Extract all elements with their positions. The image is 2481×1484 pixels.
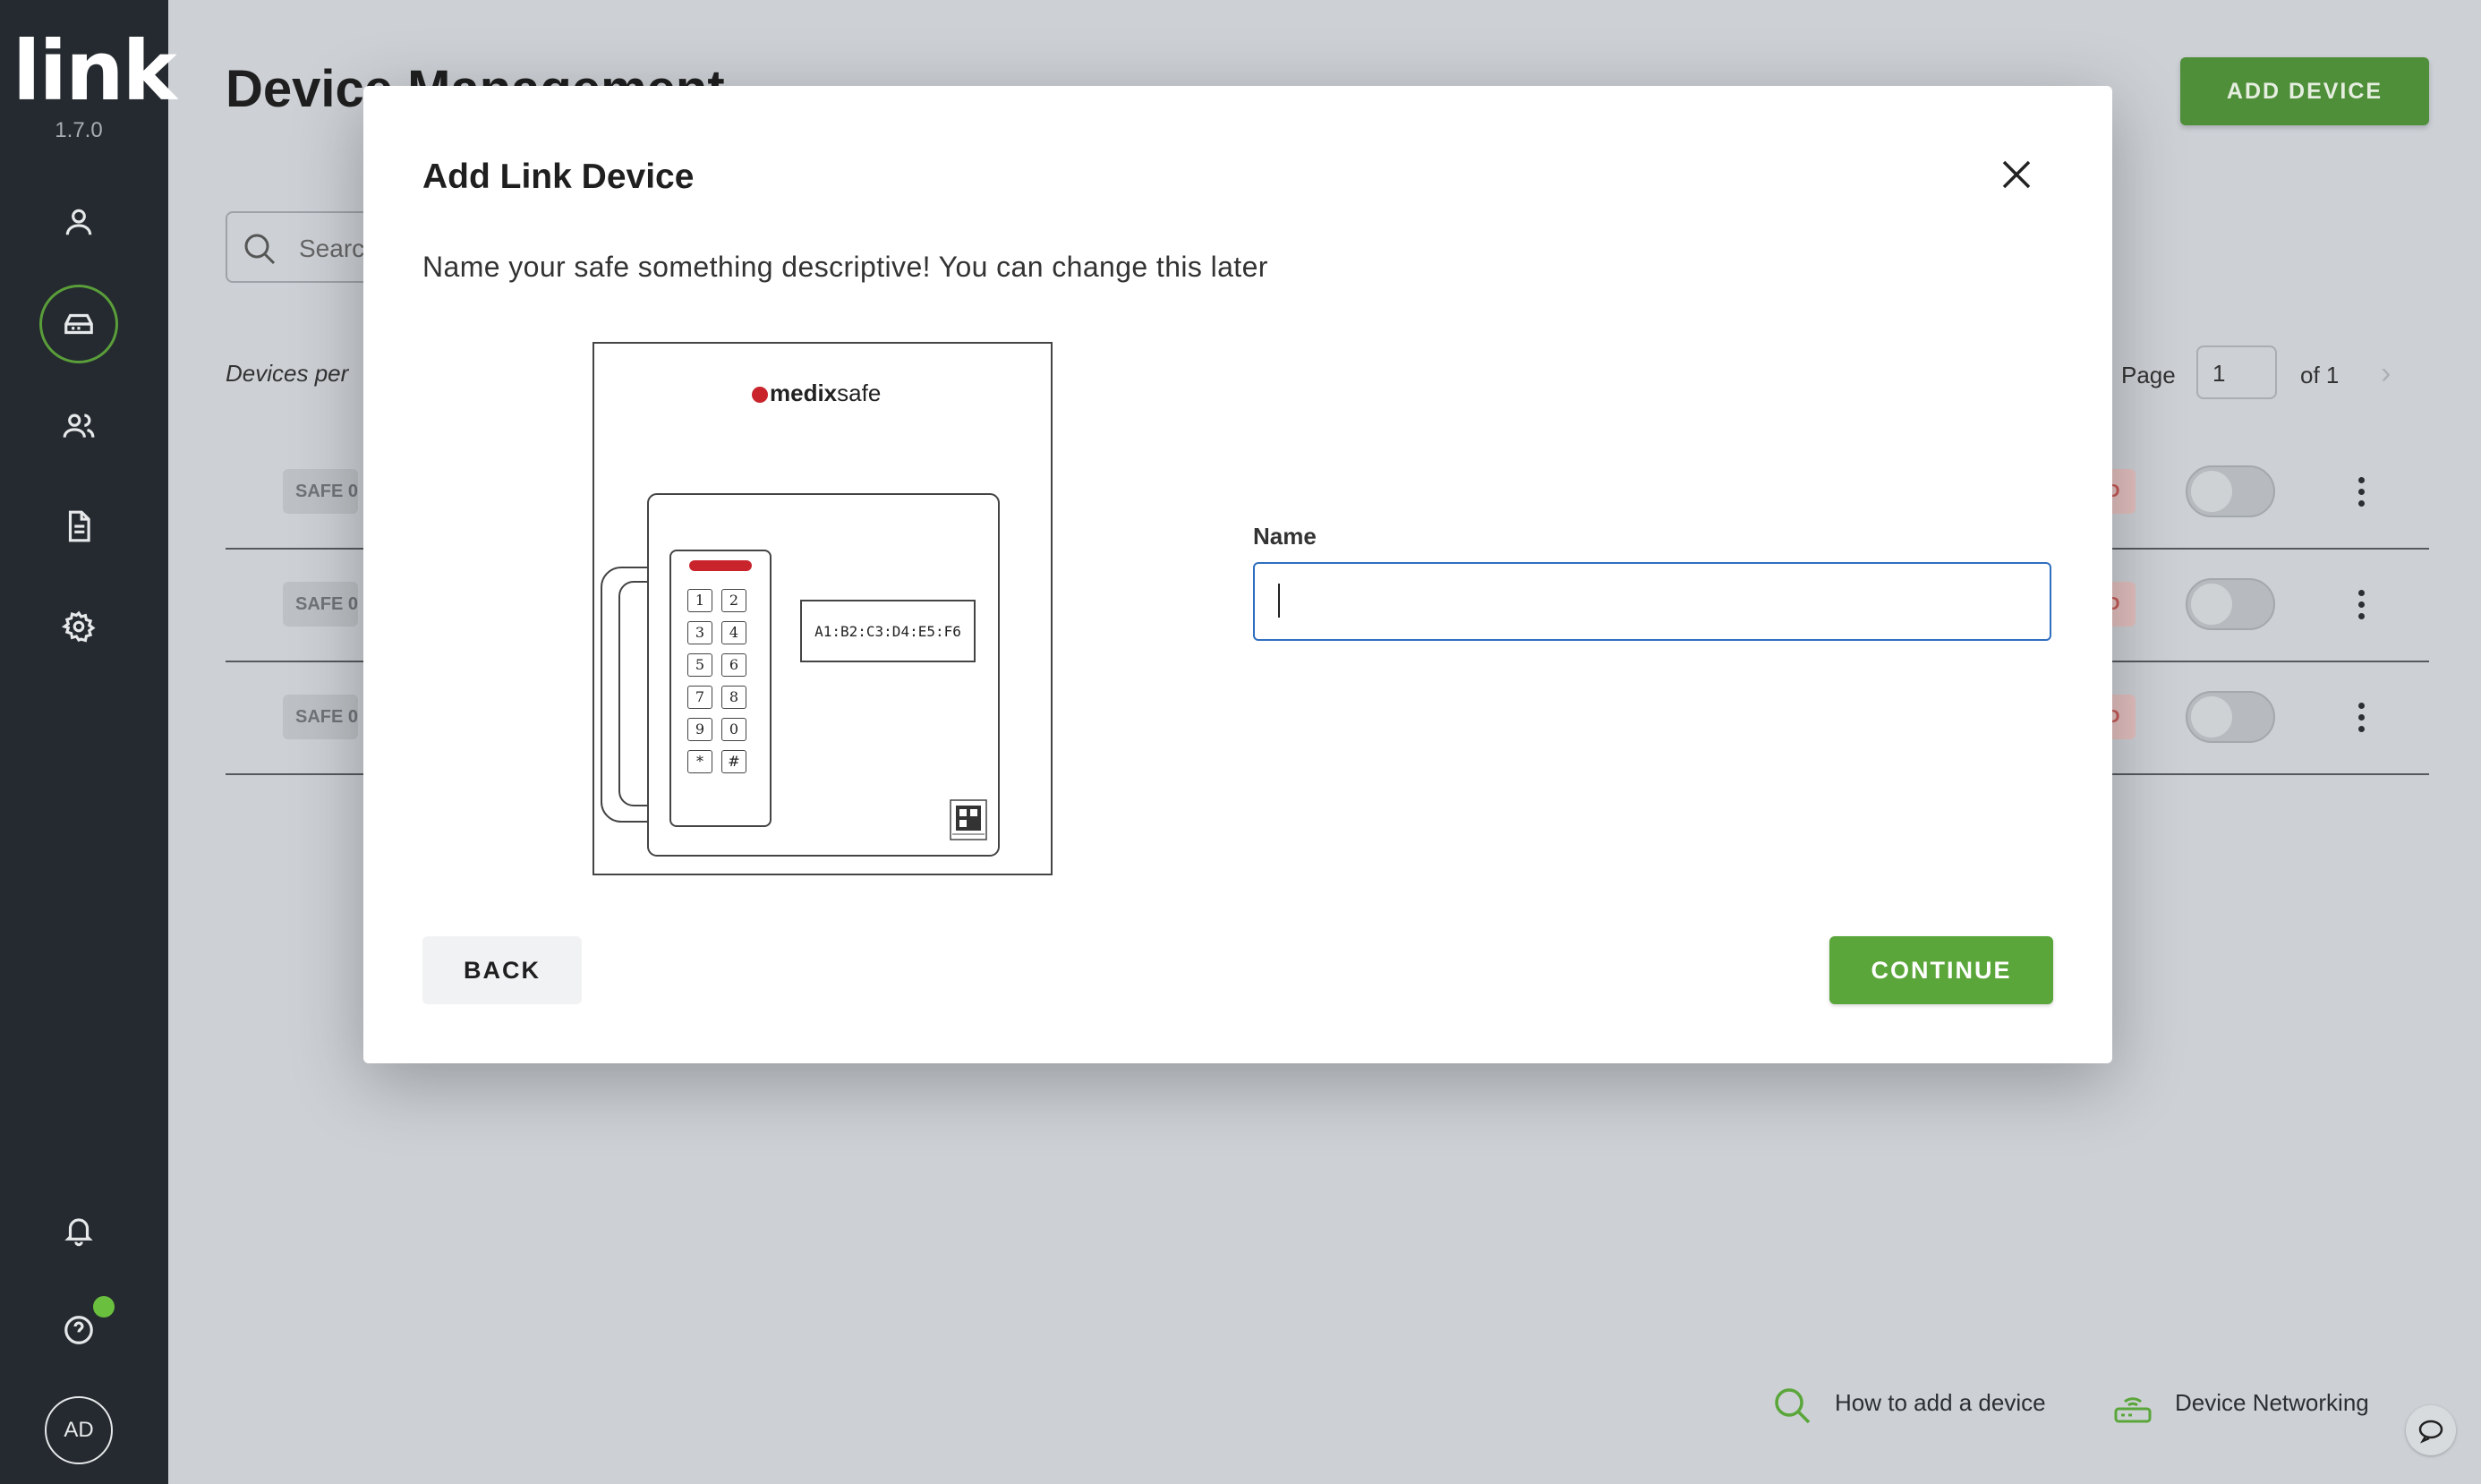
sidebar-item-users[interactable] [39, 387, 118, 465]
dialog-title: Add Link Device [422, 158, 695, 196]
device-name-badge: SAFE 0 [283, 695, 358, 739]
sidebar: link 1.7.0 AD [0, 0, 177, 1484]
help-notification-dot [93, 1296, 115, 1318]
name-input[interactable] [1253, 562, 2051, 641]
next-page-chevron-icon[interactable]: › [2381, 356, 2391, 391]
row-menu-icon[interactable] [2343, 465, 2379, 517]
close-button[interactable] [1996, 154, 2037, 195]
devices-per-page-label: Devices per [226, 360, 349, 387]
search-icon [244, 234, 276, 265]
bell-icon [64, 1218, 93, 1247]
continue-button[interactable]: CONTINUE [1829, 936, 2053, 1004]
device-name-badge: SAFE 0 [283, 582, 358, 627]
add-device-button[interactable]: ADD DEVICE [2180, 57, 2429, 125]
search-icon [1775, 1388, 1811, 1424]
app-logo: link [13, 23, 177, 119]
device-networking-link[interactable]: Device Networking [2175, 1389, 2369, 1417]
help-icon [64, 1316, 93, 1344]
device-toggle[interactable] [2186, 691, 2275, 743]
device-toggle[interactable] [2186, 465, 2275, 517]
safe-illustration: medixsafe 1 2 3 4 5 6 7 8 9 0 * # A1:B2:… [593, 342, 1053, 875]
user-icon [65, 209, 92, 235]
gear-icon [62, 610, 96, 643]
document-icon [68, 510, 90, 542]
how-to-add-device-link[interactable]: How to add a device [1835, 1389, 2046, 1417]
chat-icon [2418, 1420, 2443, 1444]
close-icon [2002, 160, 2031, 189]
add-device-dialog: Add Link Device Name your safe something… [363, 86, 2112, 1063]
notifications-button[interactable] [39, 1190, 118, 1269]
mac-address-label: A1:B2:C3:D4:E5:F6 [800, 600, 976, 662]
back-button[interactable]: BACK [422, 936, 582, 1004]
text-cursor [1278, 584, 1280, 618]
page-label: Page [2121, 362, 2176, 388]
page-number-input[interactable]: 1 [2196, 345, 2277, 399]
row-menu-icon[interactable] [2343, 578, 2379, 630]
sidebar-item-devices[interactable] [39, 285, 118, 363]
router-icon [2114, 1397, 2152, 1423]
safe-keypad: 1 2 3 4 5 6 7 8 9 0 * # [669, 550, 772, 827]
dialog-subtitle: Name your safe something descriptive! Yo… [422, 251, 1268, 283]
users-icon [63, 414, 95, 438]
app-version: 1.7.0 [55, 118, 103, 142]
devices-icon [64, 313, 93, 335]
avatar[interactable]: AD [45, 1396, 113, 1464]
chat-button[interactable] [2406, 1405, 2456, 1455]
device-name-badge: SAFE 0 [283, 469, 358, 514]
sidebar-item-settings[interactable] [39, 587, 118, 666]
name-field-label: Name [1253, 523, 1317, 550]
page-count-label: of 1 [2300, 362, 2340, 388]
row-menu-icon[interactable] [2343, 691, 2379, 743]
device-toggle[interactable] [2186, 578, 2275, 630]
sidebar-item-profile[interactable] [39, 183, 118, 261]
sidebar-item-reports[interactable] [39, 487, 118, 566]
